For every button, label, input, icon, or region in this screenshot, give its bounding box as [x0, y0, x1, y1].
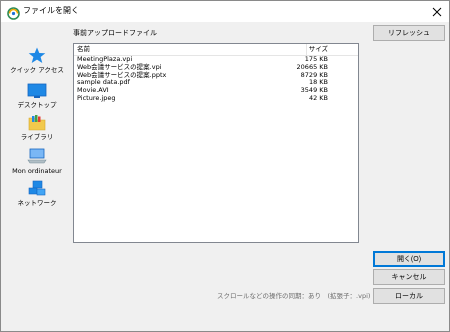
nav-label-computer: Mon ordinateur — [12, 167, 62, 175]
nav-label-desktop: デスクトップ — [17, 101, 57, 109]
local-button[interactable]: ローカル — [373, 288, 445, 304]
nav-label-network: ネットワーク — [17, 199, 57, 207]
nav-item-computer[interactable]: Mon ordinateur — [7, 148, 67, 182]
computer-icon — [7, 148, 67, 165]
desktop-icon — [7, 83, 67, 99]
file-row[interactable]: Picture.jpeg 42 KB — [74, 93, 358, 103]
network-icon — [7, 180, 67, 197]
column-header-name[interactable]: 名前 — [77, 45, 90, 54]
file-list[interactable]: 名前 サイズ MeetingPlaza.vpi 175 KB Web会議サービス… — [73, 43, 359, 243]
section-title: 事前アップロードファイル — [73, 29, 157, 37]
file-size: 42 KB — [308, 93, 328, 102]
file-rows: MeetingPlaza.vpi 175 KB Web会議サービスの提案.vpi… — [74, 55, 358, 103]
star-icon — [7, 47, 67, 64]
nav-item-network[interactable]: ネットワーク — [7, 180, 67, 214]
close-button[interactable] — [425, 1, 449, 22]
nav-item-libraries[interactable]: ライブラリ — [7, 115, 67, 149]
nav-label-libraries: ライブラリ — [20, 133, 54, 141]
library-folder-icon — [7, 115, 67, 131]
sync-status-text: スクロールなどの操作の同期：あり (拡張子：.vpi) — [217, 292, 371, 300]
window-title: ファイルを開く — [23, 6, 79, 15]
close-icon — [432, 7, 442, 16]
refresh-button[interactable]: リフレッシュ — [373, 25, 445, 41]
file-open-dialog: ファイルを開く クイック アクセス デスクトップ ライブラリ Mon ordin… — [0, 0, 450, 332]
title-bar: ファイルを開く — [1, 1, 449, 22]
nav-item-desktop[interactable]: デスクトップ — [7, 83, 67, 117]
column-divider[interactable] — [306, 44, 307, 55]
file-name: Picture.jpeg — [77, 93, 116, 102]
cancel-button[interactable]: キャンセル — [373, 269, 445, 285]
app-logo-icon — [7, 5, 20, 20]
nav-label-quick-access: クイック アクセス — [10, 66, 64, 74]
column-header-size[interactable]: サイズ — [309, 45, 328, 54]
nav-item-quick-access[interactable]: クイック アクセス — [7, 47, 67, 81]
open-button[interactable]: 開く(O) — [373, 251, 445, 267]
